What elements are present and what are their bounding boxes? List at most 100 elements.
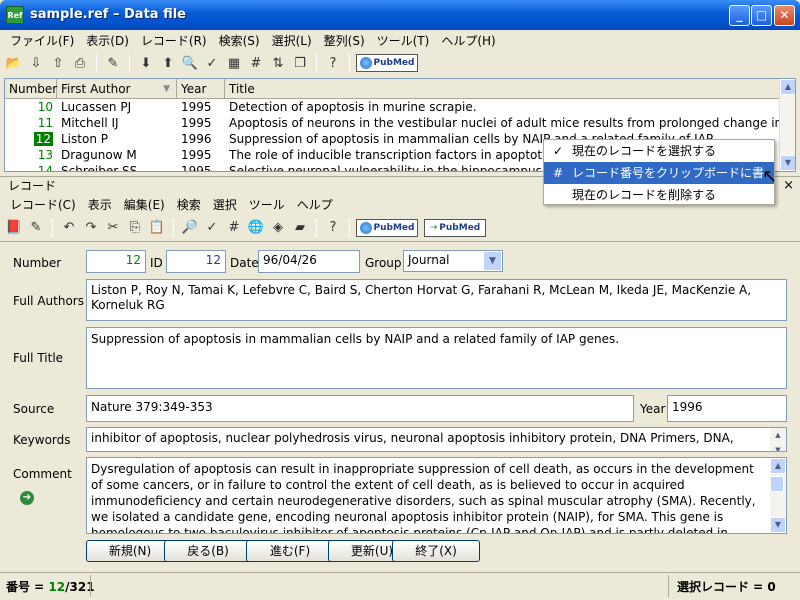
go-arrow-icon[interactable]: ➔ [20,491,34,505]
list-header: Number First Author ▼ Year Title [5,79,795,99]
panel-close-icon[interactable]: × [783,177,794,195]
menu-record[interactable]: レコード(R) [135,32,213,49]
move-down-icon[interactable]: ⬇ [136,53,156,73]
menu-sort[interactable]: 整列(S) [318,32,371,49]
select-icon[interactable]: ✓ [202,53,222,73]
number-field[interactable]: 12 [86,250,146,273]
menu-file[interactable]: ファイル(F) [4,32,80,49]
pubmed-button[interactable]: PubMed [356,54,418,72]
context-menu-item-select[interactable]: ✓ 現在のレコードを選択する [544,140,774,162]
open-folder-icon[interactable]: 📂 [4,53,24,73]
record-menu-record[interactable]: レコード(C) [4,196,82,213]
window-title: sample.ref – Data file [30,7,186,22]
redo-icon[interactable]: ↷ [81,218,101,238]
folder-icon[interactable]: ▰ [290,218,310,238]
alpha-sort-icon[interactable]: ⇅ [268,53,288,73]
list-scrollbar[interactable]: ▲ ▼ [779,79,795,171]
id-field[interactable]: 12 [166,250,226,273]
cut-icon[interactable]: ✂ [103,218,123,238]
source-label: Source [13,402,55,416]
select-icon: ✓ [552,144,564,158]
number-icon[interactable]: # [224,218,244,238]
move-up-icon[interactable]: ⬆ [158,53,178,73]
record-menu-view[interactable]: 表示 [82,196,118,213]
status-record-count: 番号 = 12/321 [6,580,95,594]
table-icon[interactable]: ▦ [224,53,244,73]
table-row[interactable]: 11 Mitchell IJ 1995 Apoptosis of neurons in… [5,115,795,131]
column-year[interactable]: Year [177,79,225,98]
paste-icon[interactable]: 📋 [147,218,167,238]
panel-title: レコード [8,179,57,193]
help-icon[interactable]: ? [323,53,343,73]
group-select[interactable]: Journal ▼ [403,250,503,272]
maximize-button[interactable]: □ [751,5,772,26]
authors-field[interactable]: Liston P, Roy N, Tamai K, Lefebvre C, Ba… [86,279,787,321]
pubmed-button[interactable]: PubMed [356,218,418,237]
main-toolbar: 📂 ⇩ ⇧ ⎙ ✎ ⬇ ⬆ 🔍 ✓ ▦ # ⇅ ❐ ? PubMed [0,50,800,76]
source-field[interactable]: Nature 379:349-353 [86,395,634,422]
forward-button[interactable]: 進む(F) [246,540,334,562]
context-menu-item-delete[interactable]: 現在のレコードを削除する [544,184,774,206]
scroll-up-icon[interactable]: ▲ [770,458,786,474]
scroll-down-icon[interactable]: ▼ [770,443,786,451]
menu-tools[interactable]: ツール(T) [371,32,436,49]
preview-icon[interactable]: 🔎 [180,218,200,238]
date-field[interactable]: 96/04/26 [258,250,360,273]
select-icon[interactable]: ✓ [202,218,222,238]
title-field[interactable]: Suppression of apoptosis in mammalian ce… [86,327,787,389]
globe-icon [359,57,372,69]
minimize-button[interactable]: _ [729,5,750,26]
undo-icon[interactable]: ↶ [59,218,79,238]
comment-scrollbar[interactable]: ▲ ▼ [770,458,786,533]
number-icon: # [552,166,564,180]
scroll-down-icon[interactable]: ▼ [780,155,795,171]
new-button[interactable]: 新規(N) [86,540,174,562]
back-button[interactable]: 戻る(B) [164,540,252,562]
scroll-thumb[interactable] [770,476,784,492]
record-menu-select[interactable]: 選択 [207,196,243,213]
help-icon[interactable]: ? [323,218,343,238]
main-menubar: ファイル(F) 表示(D) レコード(R) 検索(S) 選択(L) 整列(S) … [4,30,800,50]
pubmed-lookup-button[interactable]: ⇢ PubMed [424,218,486,237]
year-field[interactable]: 1996 [667,395,787,422]
column-number[interactable]: Number [5,79,57,98]
keywords-field[interactable]: inhibitor of apoptosis, nuclear polyhedr… [86,427,787,452]
cube-icon[interactable]: ◈ [268,218,288,238]
menu-help[interactable]: ヘルプ(H) [435,32,501,49]
comment-field[interactable]: Dysregulation of apoptosis can result in… [86,457,787,534]
copy-icon[interactable]: ⎘ [125,218,145,238]
status-selected-count: 選択レコード = 0 [677,580,776,594]
record-menu-help[interactable]: ヘルプ [291,196,339,213]
column-title[interactable]: Title [225,79,795,98]
import-icon[interactable]: ⇩ [26,53,46,73]
scroll-up-icon[interactable]: ▲ [780,79,795,95]
windows-icon[interactable]: ❐ [290,53,310,73]
context-menu-item-copy-number[interactable]: # レコード番号をクリップボードに書き込む [544,162,774,202]
number-label: Number [13,256,62,270]
column-first-author[interactable]: First Author ▼ [57,79,177,98]
scroll-up-icon[interactable]: ▲ [770,428,786,443]
menu-view[interactable]: 表示(D) [80,32,135,49]
new-record-icon[interactable]: ✎ [26,218,46,238]
chevron-down-icon[interactable]: ▼ [484,252,501,270]
menu-search[interactable]: 検索(S) [213,32,266,49]
exit-button[interactable]: 終了(X) [392,540,480,562]
web-icon[interactable]: 🌐 [246,218,266,238]
find-icon[interactable]: 🔍 [180,53,200,73]
number-sort-icon[interactable]: # [246,53,266,73]
close-button[interactable]: ✕ [774,5,795,26]
globe-icon [359,221,372,234]
scroll-down-icon[interactable]: ▼ [770,517,786,533]
full-authors-label: Full Authors [13,294,84,308]
record-menu-search[interactable]: 検索 [171,196,207,213]
group-label: Group [365,256,402,270]
export-icon[interactable]: ⇧ [48,53,68,73]
menu-select[interactable]: 選択(L) [266,32,318,49]
print-icon[interactable]: ⎙ [70,53,90,73]
table-row[interactable]: 10 Lucassen PJ 1995 Detection of apoptosis … [5,99,795,115]
keywords-scrollbar[interactable]: ▲ ▼ [770,428,786,451]
book-icon[interactable]: 📕 [4,218,24,238]
new-record-icon[interactable]: ✎ [103,53,123,73]
record-menu-tools[interactable]: ツール [243,196,291,213]
record-menu-edit[interactable]: 編集(E) [118,196,171,213]
